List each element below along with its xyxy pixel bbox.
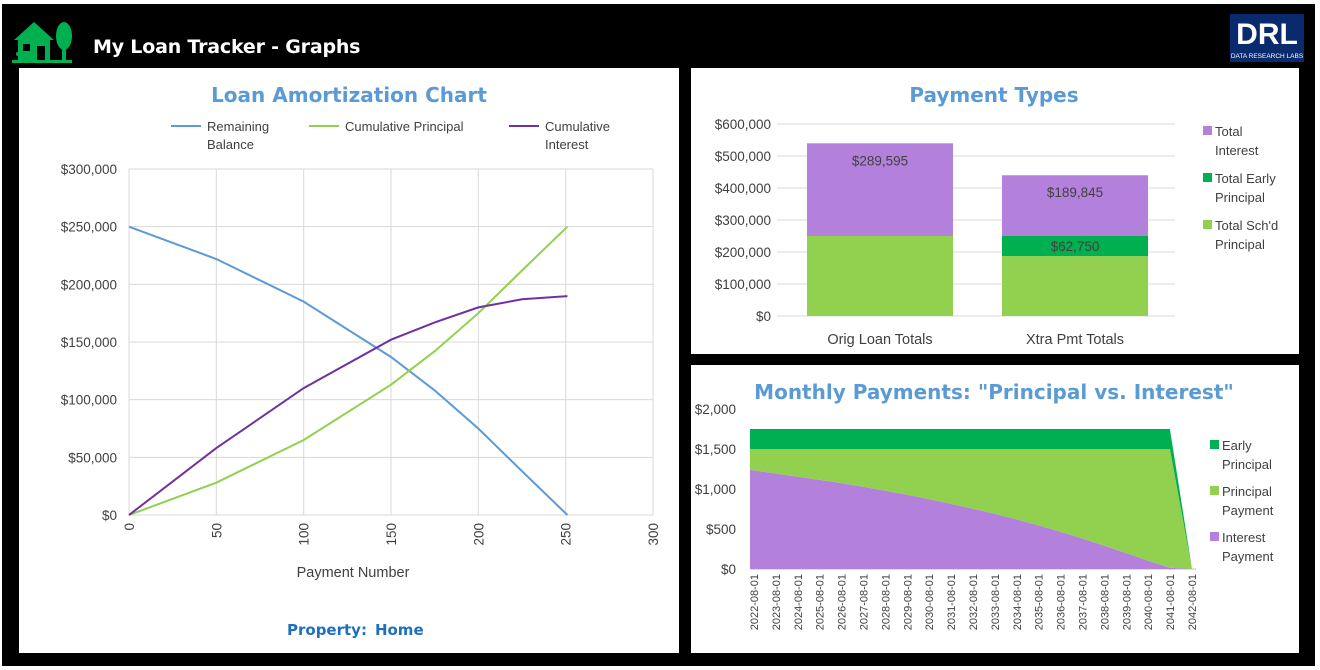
- x-tick-label: 2022-08-01: [749, 574, 761, 630]
- series-line[interactable]: [128, 225, 569, 516]
- x-tick-label: 2042-08-01: [1187, 574, 1199, 630]
- legend-swatch: [1210, 440, 1219, 449]
- x-tick-label: 2038-08-01: [1099, 574, 1111, 630]
- legend-swatch: [1203, 220, 1212, 229]
- y-tick-label: $250,000: [61, 220, 117, 235]
- x-tick-label: 2035-08-01: [1034, 574, 1046, 630]
- legend-label: Total Sch'd Principal: [1215, 218, 1278, 252]
- drl-logo-subtext: DATA RESEARCH LABS: [1231, 53, 1304, 60]
- x-tick-label: 2025-08-01: [815, 574, 827, 630]
- y-tick-label: $0: [756, 309, 771, 324]
- x-tick-label: 2039-08-01: [1121, 574, 1133, 630]
- x-tick-label: 2031-08-01: [946, 574, 958, 630]
- y-tick-label: $600,000: [715, 117, 771, 132]
- x-tick-label: 2024-08-01: [793, 574, 805, 630]
- x-tick-label: 2033-08-01: [990, 574, 1002, 630]
- y-tick-label: $500,000: [715, 149, 771, 164]
- property-value: Home: [374, 621, 424, 639]
- legend-label: Total Interest: [1215, 124, 1259, 158]
- app-window: My Loan Tracker - Graphs DRL DATA RESEAR…: [2, 4, 1315, 666]
- bar-segment[interactable]: [807, 236, 953, 316]
- y-tick-label: $0: [721, 562, 736, 577]
- y-tick-label: $200,000: [61, 277, 117, 292]
- bar-segment[interactable]: [1002, 256, 1148, 316]
- x-tick-label: 150: [384, 523, 399, 546]
- y-tick-label: $100,000: [61, 393, 117, 408]
- y-tick-label: $500: [706, 522, 736, 537]
- legend-label: Early Principal: [1222, 438, 1272, 472]
- data-label: $289,595: [852, 153, 908, 168]
- x-tick-label: 2036-08-01: [1056, 574, 1068, 630]
- y-tick-label: $100,000: [715, 277, 771, 292]
- x-tick-label: 2040-08-01: [1143, 574, 1155, 630]
- x-tick-label: 250: [559, 523, 574, 546]
- x-tick-label: 50: [209, 523, 224, 538]
- y-tick-label: $2,000: [695, 402, 736, 417]
- x-tick-label: 2028-08-01: [880, 574, 892, 630]
- legend-label: Principal Payment: [1222, 484, 1274, 518]
- monthly-payments-chart[interactable]: Monthly Payments: "Principal vs. Interes…: [691, 365, 1299, 653]
- legend-swatch: [1203, 173, 1212, 182]
- x-axis-label: Payment Number: [297, 565, 410, 581]
- legend-label: Remaining Balance: [207, 119, 269, 152]
- x-tick-label: 2029-08-01: [902, 574, 914, 630]
- series-line[interactable]: [128, 225, 569, 516]
- chart-title: Loan Amortization Chart: [211, 83, 487, 107]
- amortization-chart[interactable]: Loan Amortization Chart Remaining Balance…: [19, 68, 679, 653]
- house-tree-icon: [12, 22, 72, 63]
- payment-types-panel: Payment Types $289,595 $189,845 $62,750 $0…: [691, 68, 1299, 354]
- legend-label: Total Early Principal: [1215, 171, 1276, 205]
- legend-swatch: [1203, 126, 1212, 135]
- x-tick-label: 200: [471, 523, 486, 546]
- x-tick-label: 300: [646, 523, 661, 546]
- legend-label: Cumulative Principal: [345, 119, 464, 134]
- y-tick-label: $400,000: [715, 181, 771, 196]
- app-title: My Loan Tracker - Graphs: [93, 36, 361, 58]
- x-tick-label: 100: [297, 523, 312, 546]
- x-tick-label: 2026-08-01: [837, 574, 849, 630]
- chart-title: Monthly Payments: "Principal vs. Interes…: [754, 380, 1234, 404]
- payment-types-chart[interactable]: Payment Types $289,595 $189,845 $62,750 $0…: [691, 68, 1299, 354]
- y-tick-label: $0: [102, 508, 117, 523]
- x-tick-label: 2041-08-01: [1165, 574, 1177, 630]
- legend-label: Cumulative Interest: [545, 119, 610, 152]
- x-tick-label: 2027-08-01: [859, 574, 871, 630]
- x-tick-label: 2034-08-01: [1012, 574, 1024, 630]
- x-tick-label: 2030-08-01: [924, 574, 936, 630]
- property-label: Property: Home: [287, 621, 424, 639]
- y-tick-label: $200,000: [715, 245, 771, 260]
- x-tick-label: Orig Loan Totals: [827, 332, 932, 348]
- legend-swatch: [1210, 532, 1219, 541]
- legend-label: Interest Payment: [1222, 530, 1274, 564]
- y-tick-label: $300,000: [715, 213, 771, 228]
- data-label: $62,750: [1051, 239, 1100, 254]
- x-tick-label: 2037-08-01: [1078, 574, 1090, 630]
- monthly-payments-panel: Monthly Payments: "Principal vs. Interes…: [691, 365, 1299, 653]
- legend-swatch: [1210, 486, 1219, 495]
- y-tick-label: $300,000: [61, 162, 117, 177]
- amortization-chart-panel: Loan Amortization Chart Remaining Balance…: [19, 68, 679, 653]
- x-tick-label: 0: [122, 523, 137, 531]
- y-tick-label: $150,000: [61, 335, 117, 350]
- y-tick-label: $50,000: [68, 450, 117, 465]
- x-tick-label: Xtra Pmt Totals: [1026, 332, 1124, 348]
- data-label: $189,845: [1047, 185, 1103, 200]
- chart-title: Payment Types: [909, 83, 1078, 107]
- drl-logo-text: DRL: [1236, 18, 1298, 51]
- drl-logo: DRL DATA RESEARCH LABS: [1230, 14, 1304, 62]
- y-tick-label: $1,000: [695, 482, 736, 497]
- x-tick-label: 2023-08-01: [771, 574, 783, 630]
- x-tick-label: 2032-08-01: [968, 574, 980, 630]
- y-tick-label: $1,500: [695, 442, 736, 457]
